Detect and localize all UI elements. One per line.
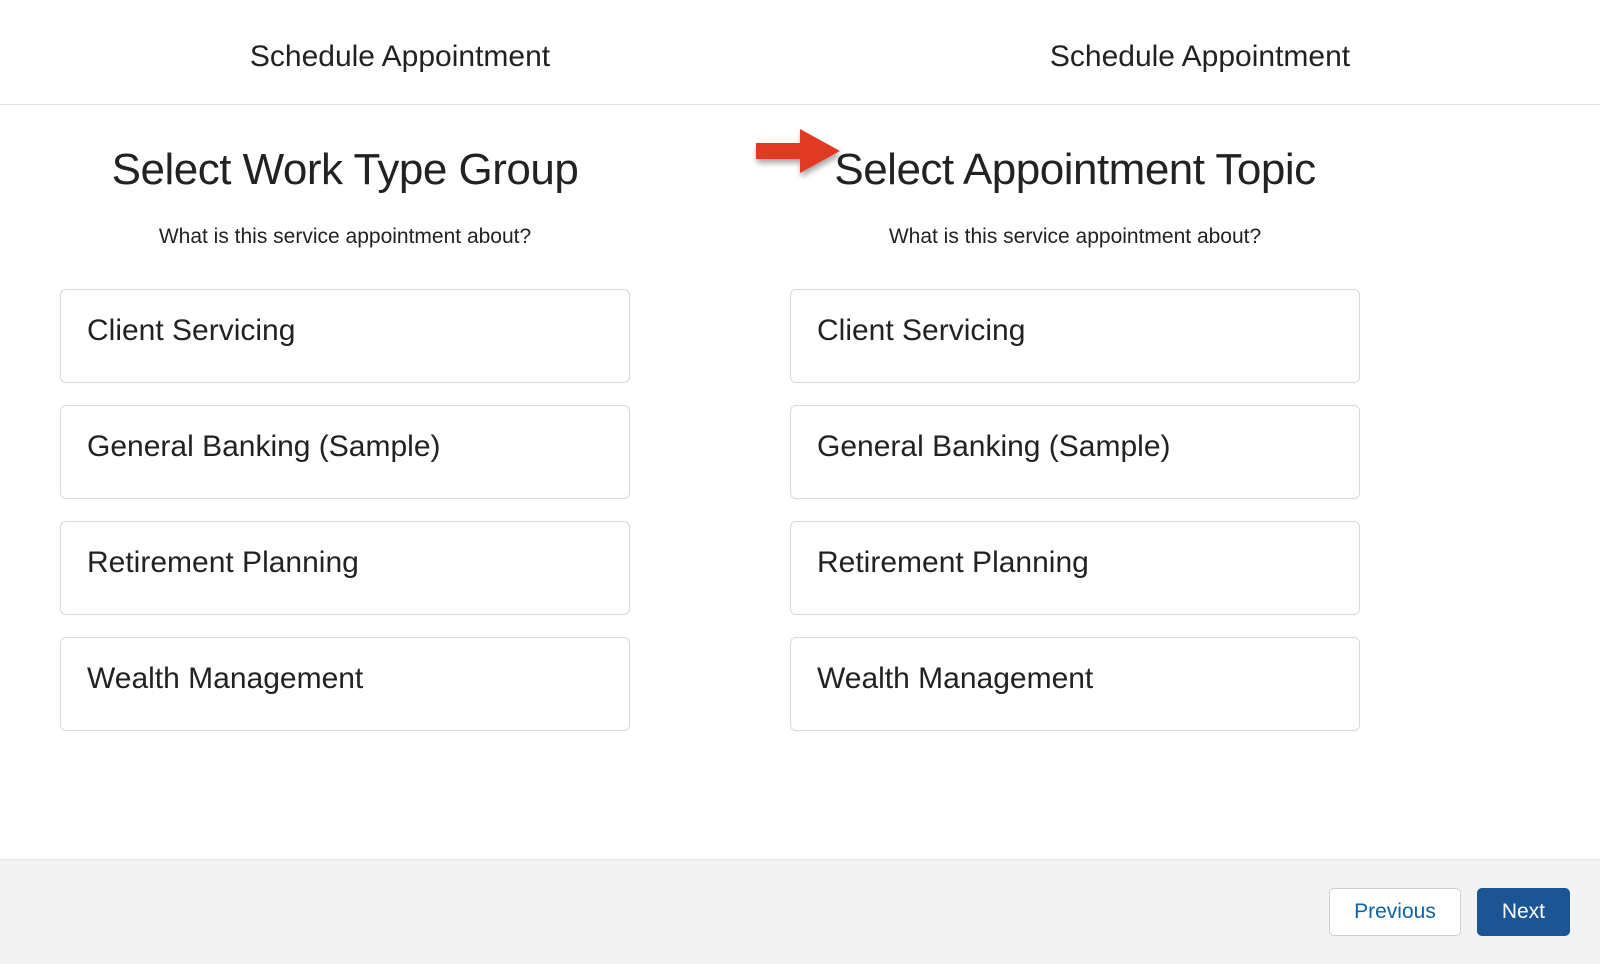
option-label: Wealth Management [87, 662, 363, 696]
content-row: Select Work Type Group What is this serv… [0, 105, 1600, 753]
option-client-servicing[interactable]: Client Servicing [60, 289, 630, 383]
header-left: Schedule Appointment [0, 40, 800, 74]
option-label: General Banking (Sample) [87, 430, 441, 464]
option-label: Client Servicing [87, 314, 295, 348]
option-label: Retirement Planning [87, 546, 359, 580]
option-retirement-planning[interactable]: Retirement Planning [60, 521, 630, 615]
left-panel: Select Work Type Group What is this serv… [0, 145, 690, 753]
option-label: Client Servicing [817, 314, 1025, 348]
option-label: General Banking (Sample) [817, 430, 1171, 464]
option-retirement-planning[interactable]: Retirement Planning [790, 521, 1360, 615]
option-wealth-management[interactable]: Wealth Management [790, 637, 1360, 731]
option-label: Retirement Planning [817, 546, 1089, 580]
option-wealth-management[interactable]: Wealth Management [60, 637, 630, 731]
option-label: Wealth Management [817, 662, 1093, 696]
right-panel-subtitle: What is this service appointment about? [790, 225, 1360, 249]
header-right-title: Schedule Appointment [800, 40, 1600, 74]
option-client-servicing[interactable]: Client Servicing [790, 289, 1360, 383]
left-panel-title: Select Work Type Group [60, 145, 630, 195]
option-general-banking[interactable]: General Banking (Sample) [60, 405, 630, 499]
previous-button[interactable]: Previous [1329, 888, 1461, 936]
option-general-banking[interactable]: General Banking (Sample) [790, 405, 1360, 499]
right-panel: Select Appointment Topic What is this se… [690, 145, 1600, 753]
next-button[interactable]: Next [1477, 888, 1570, 936]
right-panel-title: Select Appointment Topic [790, 145, 1360, 195]
footer-bar: Previous Next [0, 859, 1600, 964]
left-panel-subtitle: What is this service appointment about? [60, 225, 630, 249]
header-row: Schedule Appointment Schedule Appointmen… [0, 0, 1600, 105]
header-left-title: Schedule Appointment [0, 40, 800, 74]
header-right: Schedule Appointment [800, 40, 1600, 74]
